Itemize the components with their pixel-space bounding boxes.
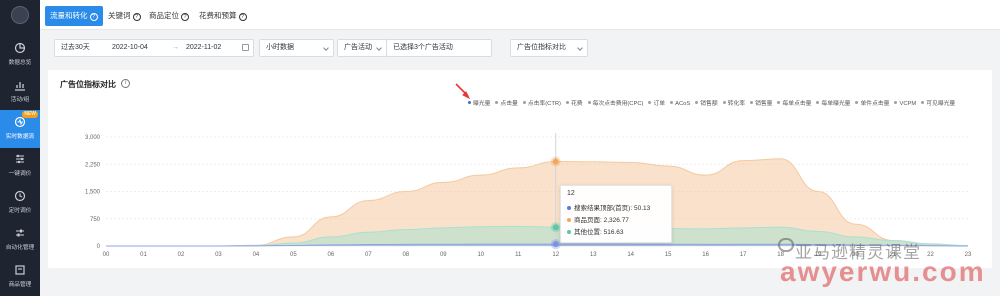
tab-product-targeting[interactable]: 商品定位? — [144, 6, 194, 26]
sidebar-item-label: 数据总览 — [8, 60, 32, 66]
chevron-down-icon — [577, 45, 583, 51]
x-tick-label: 15 — [665, 252, 672, 258]
x-tick-label: 08 — [402, 252, 409, 258]
chevron-down-icon — [323, 45, 329, 51]
date-start: 2022-10-04 — [112, 44, 148, 51]
chart-tooltip: 12 搜索结果顶部(首页): 50.13 商品页面: 2,326.77 其他位置… — [560, 185, 672, 243]
y-tick-label: 750 — [90, 217, 101, 223]
hover-point — [552, 241, 559, 248]
sliders-icon — [16, 229, 24, 237]
sidebar-item-overview[interactable]: 数据总览 — [0, 36, 40, 74]
adjust-icon — [16, 154, 24, 164]
series-dot — [567, 230, 571, 234]
wechat-icon — [778, 238, 794, 252]
sidebar-item-label: 实时数据流 — [5, 134, 35, 140]
campaign-select[interactable]: 已选择3个广告活动 — [386, 39, 492, 57]
series-dot — [567, 218, 571, 222]
x-tick-label: 02 — [178, 252, 185, 258]
chevron-down-icon — [376, 45, 382, 51]
x-tick-label: 11 — [515, 252, 522, 258]
date-end: 2022-11-02 — [186, 44, 222, 51]
tooltip-title: 12 — [567, 190, 575, 197]
sidebar: 数据总览 活动/组 NEW 实时数据流 一键调价 定时调价 自动化管理 商品管理 — [0, 0, 40, 296]
x-tick-label: 00 — [103, 252, 110, 258]
sidebar-item-label: 自动化管理 — [5, 245, 35, 251]
tab-spend-budget[interactable]: 花费和预算? — [194, 6, 252, 26]
help-icon: ? — [238, 13, 247, 21]
x-tick-label: 12 — [552, 252, 559, 258]
sidebar-item-realtime[interactable]: NEW 实时数据流 — [0, 110, 40, 148]
x-tick-label: 10 — [477, 252, 484, 258]
tooltip-row: 其他位置: 516.63 — [567, 226, 624, 236]
sidebar-item-label: 活动/组 — [10, 97, 30, 103]
help-icon: ? — [132, 13, 141, 21]
x-tick-label: 03 — [215, 252, 222, 258]
box-icon — [15, 265, 25, 275]
hover-point — [552, 158, 559, 165]
y-tick-label: 2,250 — [85, 162, 101, 168]
y-tick-label: 3,000 — [85, 135, 101, 141]
sidebar-item-scheduled[interactable]: 定时调价 — [0, 184, 40, 222]
x-tick-label: 01 — [140, 252, 147, 258]
x-tick-label: 05 — [290, 252, 297, 258]
date-separator: → — [172, 44, 179, 51]
tab-keywords[interactable]: 关键词? — [103, 6, 146, 26]
x-tick-label: 09 — [440, 252, 447, 258]
x-tick-label: 07 — [365, 252, 372, 258]
date-range-picker[interactable]: 2022-10-04 → 2022-11-02 — [106, 39, 254, 57]
pie-chart-icon — [14, 42, 26, 54]
y-tick-label: 0 — [97, 244, 101, 250]
hover-point — [552, 224, 559, 231]
x-tick-label: 06 — [328, 252, 335, 258]
x-tick-label: 14 — [627, 252, 634, 258]
sidebar-item-label: 定时调价 — [8, 208, 32, 214]
tab-traffic-conversion[interactable]: 流量和转化? — [45, 6, 103, 26]
app-logo — [11, 6, 29, 24]
compare-select[interactable]: 广告位指标对比 — [510, 39, 588, 57]
watermark-url: awyerwu.com — [780, 256, 986, 287]
sidebar-item-campaigns[interactable]: 活动/组 — [0, 73, 40, 111]
tooltip-row: 搜索结果顶部(首页): 50.13 — [567, 202, 650, 212]
filter-bar: 过去30天 2022-10-04 → 2022-11-02 小时数据 广告活动 … — [40, 31, 1000, 67]
clock-icon — [14, 190, 26, 202]
help-icon: ? — [89, 13, 98, 21]
y-tick-label: 1,500 — [85, 190, 101, 196]
x-tick-label: 04 — [253, 252, 260, 258]
x-tick-label: 16 — [702, 252, 709, 258]
bar-chart-icon — [15, 82, 25, 91]
help-icon: ? — [181, 13, 189, 21]
granularity-select[interactable]: 小时数据 — [259, 39, 334, 57]
sidebar-item-automation[interactable]: 自动化管理 — [0, 221, 40, 259]
calendar-icon — [242, 44, 249, 51]
x-tick-label: 17 — [740, 252, 747, 258]
sidebar-item-products[interactable]: 商品管理 — [0, 258, 40, 296]
tab-bar: 流量和转化? 关键词? 商品定位? 花费和预算? — [40, 0, 1000, 30]
series-dot — [567, 206, 571, 210]
sidebar-item-label: 商品管理 — [8, 282, 32, 288]
type-select[interactable]: 广告活动 — [337, 39, 387, 57]
x-tick-label: 13 — [590, 252, 597, 258]
new-badge: NEW — [22, 111, 38, 118]
sidebar-item-bid-adjust[interactable]: 一键调价 — [0, 147, 40, 185]
sidebar-item-label: 一键调价 — [8, 171, 32, 177]
tooltip-row: 商品页面: 2,326.77 — [567, 214, 629, 224]
